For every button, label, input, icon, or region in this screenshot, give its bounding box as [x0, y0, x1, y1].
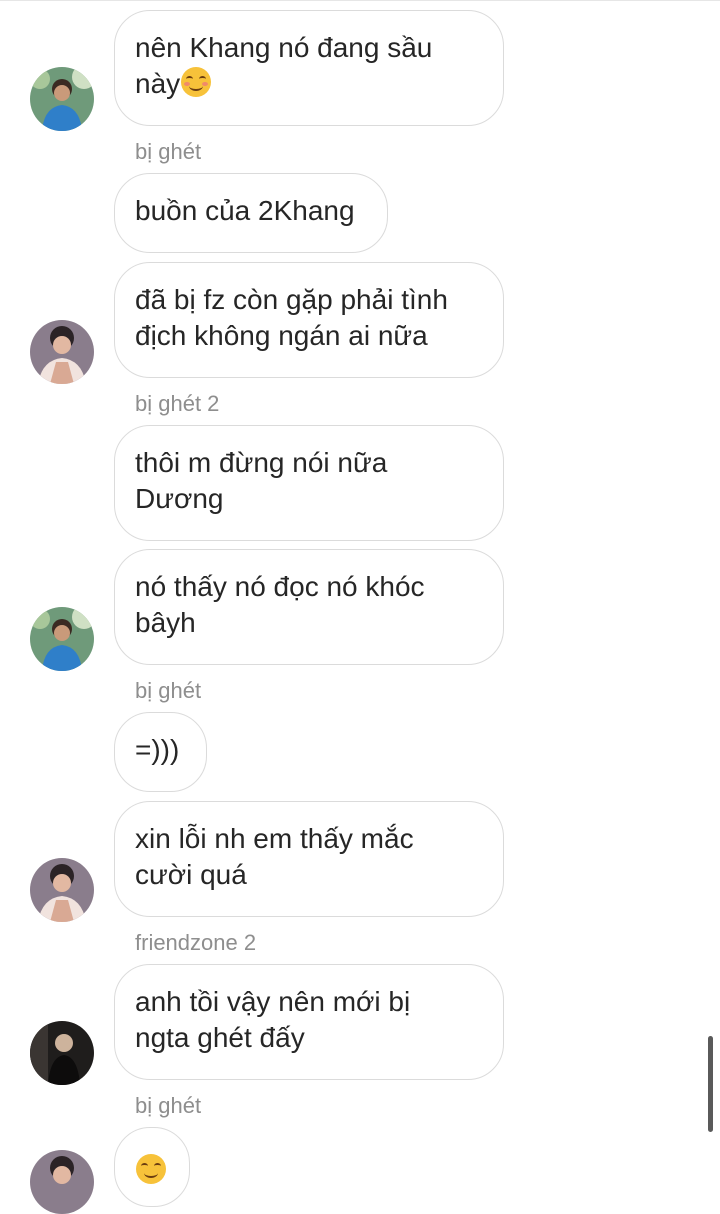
avatar[interactable] — [30, 1021, 94, 1085]
avatar[interactable] — [30, 1150, 94, 1214]
message-bubble[interactable]: buồn của 2Khang — [114, 173, 388, 253]
avatar[interactable] — [30, 320, 94, 384]
message-text-line: bâyh — [135, 607, 196, 638]
message-bubble[interactable]: xin lỗi nh em thấy mắc cười quá — [114, 801, 504, 917]
message-text-line: Dương — [135, 483, 224, 514]
message-text-line: đã bị fz còn gặp phải tình — [135, 284, 448, 315]
message-bubble[interactable]: thôi m đừng nói nữa Dương — [114, 425, 504, 541]
sender-name: bị ghét 2 — [135, 391, 220, 416]
message-bubble[interactable]: nó thấy nó đọc nó khóc bâyh — [114, 549, 504, 665]
avatar[interactable] — [30, 858, 94, 922]
message-bubble[interactable] — [114, 1127, 190, 1207]
message-text-line: ngta ghét đấy — [135, 1022, 305, 1053]
message-text-line: nên Khang nó đang sầu — [135, 32, 433, 63]
message-text-line: =))) — [135, 734, 180, 765]
message-text-line: buồn của 2Khang — [135, 195, 355, 226]
message-bubble[interactable]: nên Khang nó đang sầu này — [114, 10, 504, 126]
smiling-face-icon — [181, 67, 212, 97]
message-text-line: nó thấy nó đọc nó khóc — [135, 571, 425, 602]
message-text-line: địch không ngán ai nữa — [135, 320, 428, 351]
message-text-line: thôi m đừng nói nữa — [135, 447, 388, 478]
message-bubble[interactable]: =))) — [114, 712, 207, 792]
sender-name: friendzone 2 — [135, 930, 257, 955]
avatar[interactable] — [30, 607, 94, 671]
sender-name: bị ghét — [135, 678, 202, 703]
message-bubble[interactable]: anh tồi vậy nên mới bị ngta ghét đấy — [114, 964, 504, 1080]
smiling-face-icon — [136, 1154, 166, 1184]
message-text-line: anh tồi vậy nên mới bị — [135, 986, 411, 1017]
avatar[interactable] — [30, 67, 94, 131]
message-bubble[interactable]: đã bị fz còn gặp phải tình địch không ng… — [114, 262, 504, 378]
message-text-line: này — [135, 66, 483, 102]
sender-name: bị ghét — [135, 139, 202, 164]
message-text-line: xin lỗi nh em thấy mắc — [135, 823, 414, 854]
top-divider — [0, 0, 720, 1]
sender-name: bị ghét — [135, 1093, 202, 1118]
scrollbar[interactable] — [708, 1036, 713, 1132]
message-text-line: cười quá — [135, 859, 247, 890]
